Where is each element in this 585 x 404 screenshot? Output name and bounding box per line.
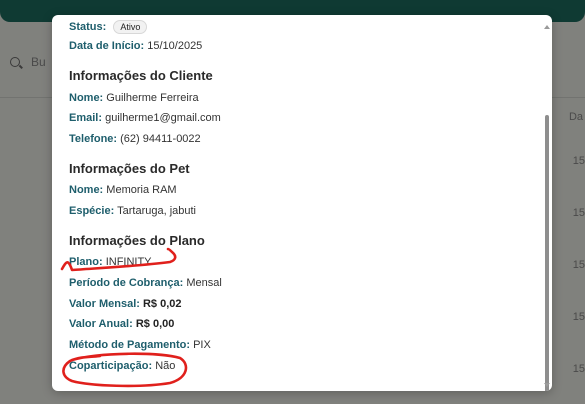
- client-name-row: Nome: Guilherme Ferreira: [69, 92, 199, 104]
- annual-value-row: Valor Anual: R$ 0,00: [69, 318, 174, 330]
- scroll-up-arrow-icon[interactable]: [544, 25, 550, 29]
- payment-method-row: Método de Pagamento: PIX: [69, 339, 211, 351]
- payment-method-value: PIX: [193, 339, 211, 351]
- column-value: 15: [572, 363, 585, 375]
- payment-method-label: Método de Pagamento:: [69, 339, 191, 351]
- billing-period-value: Mensal: [186, 277, 222, 289]
- coparticipation-label: Coparticipação:: [69, 360, 153, 372]
- column-header: Da: [568, 111, 583, 123]
- start-date-label: Data de Início:: [69, 40, 145, 52]
- client-name-value: Guilherme Ferreira: [106, 92, 199, 104]
- pet-species-value: Tartaruga, jabuti: [117, 205, 196, 217]
- client-email-label: Email:: [69, 112, 103, 124]
- coparticipation-value: Não: [155, 360, 176, 372]
- client-phone-row: Telefone: (62) 94411-0022: [69, 133, 201, 145]
- start-date-row: Data de Início: 15/10/2025: [69, 40, 202, 52]
- pet-species-row: Espécie: Tartaruga, jabuti: [69, 205, 196, 217]
- billing-period-label: Período de Cobrança:: [69, 277, 184, 289]
- start-date-value: 15/10/2025: [147, 40, 203, 52]
- client-name-label: Nome:: [69, 92, 104, 104]
- search-placeholder: Bu: [31, 55, 46, 69]
- annual-value-amount: R$ 0,00: [135, 318, 175, 330]
- pet-species-label: Espécie:: [69, 205, 115, 217]
- pet-name-row: Nome: Memoria RAM: [69, 184, 177, 196]
- plan-name-value: INFINITY: [105, 256, 152, 268]
- column-value: 15: [572, 207, 585, 219]
- client-phone-label: Telefone:: [69, 133, 118, 145]
- pet-name-value: Memoria RAM: [106, 184, 177, 196]
- details-modal: Status: Ativo Data de Início: 15/10/2025…: [52, 15, 552, 391]
- monthly-value-amount: R$ 0,02: [142, 298, 182, 310]
- status-row: Status: Ativo: [69, 20, 148, 34]
- column-value: 15: [572, 259, 585, 271]
- status-badge: Ativo: [113, 20, 148, 34]
- client-phone-value: (62) 94411-0022: [120, 133, 201, 145]
- scrollbar[interactable]: [544, 25, 550, 391]
- monthly-value-row: Valor Mensal: R$ 0,02: [69, 298, 182, 310]
- search-bar[interactable]: Bu: [0, 48, 60, 76]
- client-section-title: Informações do Cliente: [69, 68, 213, 83]
- annual-value-label: Valor Anual:: [69, 318, 133, 330]
- pet-section-title: Informações do Pet: [69, 161, 190, 176]
- column-value: 15: [572, 155, 585, 167]
- client-email-value: guilherme1@gmail.com: [105, 112, 221, 124]
- status-label: Status:: [69, 21, 107, 33]
- billing-period-row: Período de Cobrança: Mensal: [69, 277, 222, 289]
- plan-section-title: Informações do Plano: [69, 233, 205, 248]
- plan-name-label: Plano:: [69, 256, 103, 268]
- client-email-row: Email: guilherme1@gmail.com: [69, 112, 221, 124]
- search-icon: [10, 57, 20, 67]
- scroll-down-arrow-icon[interactable]: [544, 383, 550, 387]
- pet-name-label: Nome:: [69, 184, 104, 196]
- plan-name-row: Plano: INFINITY: [69, 256, 152, 268]
- scrollbar-thumb[interactable]: [545, 115, 549, 391]
- column-value: 15: [572, 311, 585, 323]
- coparticipation-row: Coparticipação: Não: [69, 360, 175, 372]
- monthly-value-label: Valor Mensal:: [69, 298, 140, 310]
